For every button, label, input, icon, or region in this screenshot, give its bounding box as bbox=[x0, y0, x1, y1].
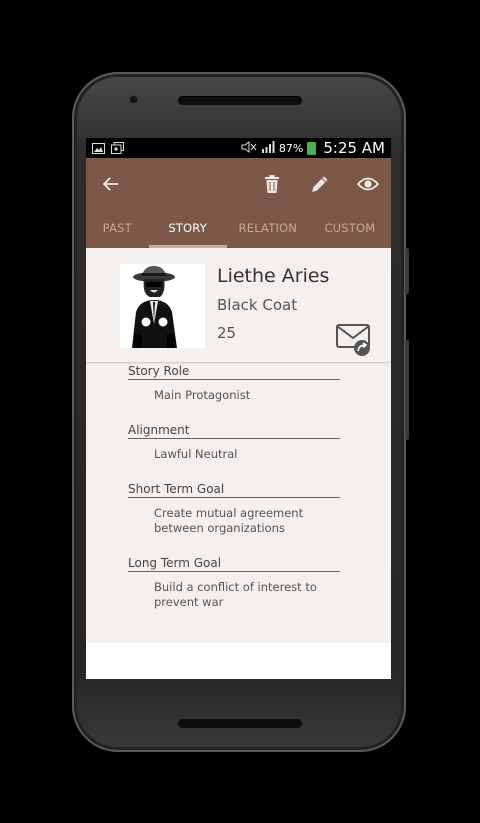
status-bar: 87% 5:25 AM bbox=[86, 138, 391, 158]
power-button bbox=[405, 248, 409, 294]
signal-icon bbox=[261, 140, 275, 156]
field-value[interactable]: Lawful Neutral bbox=[128, 447, 340, 462]
eye-icon[interactable] bbox=[356, 172, 380, 196]
content-area: Liethe Aries Black Coat 25 Story Role Ma… bbox=[86, 248, 391, 679]
field-label: Short Term Goal bbox=[128, 482, 340, 498]
character-name: Liethe Aries bbox=[217, 265, 330, 287]
field-long-term-goal: Long Term Goal Build a conflict of inter… bbox=[128, 556, 340, 610]
field-story-role: Story Role Main Protagonist bbox=[128, 364, 340, 403]
avatar bbox=[120, 264, 205, 348]
field-label: Long Term Goal bbox=[128, 556, 340, 572]
bottom-speaker bbox=[178, 719, 302, 728]
tab-relation[interactable]: RELATION bbox=[227, 208, 309, 248]
top-speaker bbox=[178, 96, 302, 105]
bottom-spacer bbox=[86, 643, 391, 679]
profile-card: Liethe Aries Black Coat 25 bbox=[86, 248, 391, 363]
tab-story[interactable]: STORY bbox=[148, 208, 227, 248]
screen: 87% 5:25 AM PAST STORY RELATION CUSTOM L… bbox=[86, 138, 391, 679]
pencil-icon[interactable] bbox=[308, 172, 332, 196]
volume-button bbox=[405, 340, 409, 440]
field-label: Story Role bbox=[128, 364, 340, 380]
character-alias: Black Coat bbox=[217, 296, 298, 314]
tab-custom[interactable]: CUSTOM bbox=[309, 208, 391, 248]
trash-icon[interactable] bbox=[260, 172, 284, 196]
front-camera bbox=[130, 96, 137, 103]
field-short-term-goal: Short Term Goal Create mutual agreement … bbox=[128, 482, 340, 536]
field-alignment: Alignment Lawful Neutral bbox=[128, 423, 340, 462]
field-value[interactable]: Main Protagonist bbox=[128, 388, 340, 403]
battery-percent: 87% bbox=[278, 141, 304, 155]
back-arrow-icon[interactable] bbox=[99, 172, 123, 196]
field-value[interactable]: Create mutual agreement between organiza… bbox=[128, 506, 340, 536]
field-value[interactable]: Build a conflict of interest to prevent … bbox=[128, 580, 340, 610]
gallery-icon bbox=[92, 139, 105, 158]
clock: 5:25 AM bbox=[323, 139, 385, 157]
character-age: 25 bbox=[217, 324, 237, 342]
mute-icon bbox=[241, 140, 257, 156]
battery-icon bbox=[307, 141, 317, 155]
photos-icon bbox=[111, 139, 124, 158]
app-bar: PAST STORY RELATION CUSTOM bbox=[86, 158, 391, 248]
send-mail-icon[interactable] bbox=[336, 323, 372, 357]
story-fields: Story Role Main Protagonist Alignment La… bbox=[86, 364, 391, 610]
tab-past[interactable]: PAST bbox=[86, 208, 149, 248]
field-label: Alignment bbox=[128, 423, 340, 439]
tab-bar: PAST STORY RELATION CUSTOM bbox=[86, 208, 391, 248]
